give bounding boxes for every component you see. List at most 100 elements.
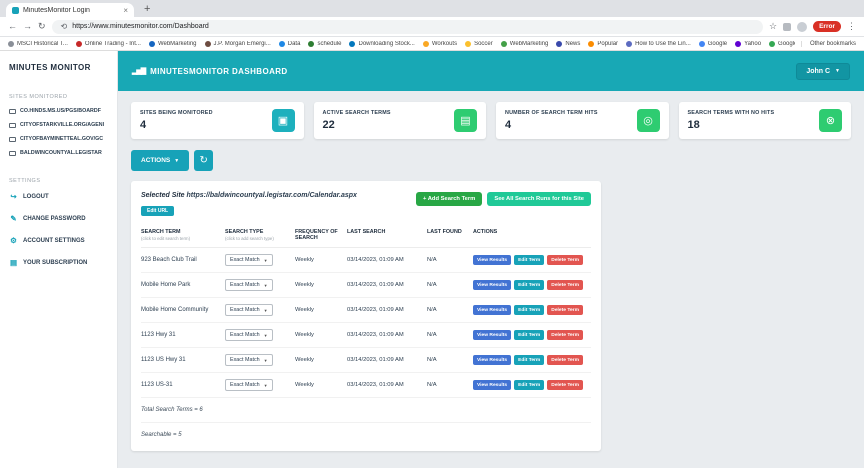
- back-icon[interactable]: ←: [8, 22, 17, 31]
- monitor-icon: [9, 150, 16, 156]
- bookmark-item[interactable]: J.P. Morgan Emergi...: [204, 40, 271, 47]
- bookmark-item[interactable]: Workouts: [422, 40, 457, 47]
- search-term-cell[interactable]: 1123 US Hwy 31: [141, 357, 221, 363]
- bookmark-item[interactable]: WebMarketing: [500, 40, 549, 47]
- refresh-button[interactable]: ↻: [194, 150, 214, 171]
- refresh-icon: ↻: [199, 155, 208, 166]
- search-term-cell[interactable]: Mobile Home Community: [141, 307, 221, 313]
- delete-term-button[interactable]: Delete Term: [547, 330, 583, 340]
- bookmark-item[interactable]: Google: [698, 40, 727, 47]
- delete-term-button[interactable]: Delete Term: [547, 305, 583, 315]
- bookmark-item[interactable]: Data: [278, 40, 300, 47]
- row-actions: View Results Edit Term Delete Term: [473, 255, 591, 265]
- sidebar-site-item[interactable]: CITYOFSTARKVILLE.ORG/AGENI: [9, 122, 108, 128]
- edit-term-button[interactable]: Edit Term: [514, 330, 545, 340]
- site-label: CO.HINDS.MS.US/PGS/BOARDF: [20, 108, 101, 114]
- forward-icon[interactable]: →: [23, 22, 32, 31]
- search-type-select[interactable]: Exact Match ▼: [225, 279, 273, 291]
- column-label: LAST SEARCH: [347, 229, 386, 235]
- frequency-cell: Weekly: [295, 357, 314, 363]
- table-row: 1123 Hwy 31 Exact Match ▼ Weekly 03/14/2…: [141, 323, 591, 348]
- bookmark-favicon-icon: [769, 40, 776, 47]
- delete-term-button[interactable]: Delete Term: [547, 255, 583, 265]
- user-name: John C: [806, 67, 831, 75]
- tab-close-icon[interactable]: ×: [123, 6, 128, 15]
- bookmark-item[interactable]: Downloading Stock...: [349, 40, 415, 47]
- table-header-cell: ACTIONS: [473, 229, 591, 242]
- search-term-cell[interactable]: 1123 US-31: [141, 382, 221, 388]
- sidebar-site-item[interactable]: CO.HINDS.MS.US/PGS/BOARDF: [9, 108, 108, 114]
- browser-menu-icon[interactable]: ⋮: [847, 22, 856, 31]
- frequency-cell: Weekly: [295, 332, 314, 338]
- bookmark-label: WebMarketing: [509, 40, 549, 47]
- search-term-cell[interactable]: 1123 Hwy 31: [141, 332, 221, 338]
- row-actions: View Results Edit Term Delete Term: [473, 305, 591, 315]
- view-results-button[interactable]: View Results: [473, 330, 512, 340]
- view-results-button[interactable]: View Results: [473, 280, 512, 290]
- sidebar-settings-item[interactable]: ↪ LOGOUT: [9, 192, 108, 201]
- bookmark-item[interactable]: Popular: [588, 40, 618, 47]
- settings-item-icon: ↪: [10, 192, 17, 201]
- search-term-cell[interactable]: Mobile Home Park: [141, 282, 221, 288]
- edit-term-button[interactable]: Edit Term: [514, 280, 545, 290]
- actions-dropdown-button[interactable]: ACTIONS ▼: [131, 150, 190, 171]
- sidebar-site-item[interactable]: BALDWINCOUNTYAL.LEGISTAR: [9, 150, 108, 156]
- metric-icon: ⊗: [819, 109, 842, 132]
- bookmark-item[interactable]: WebMarketing: [148, 40, 197, 47]
- search-type-select[interactable]: Exact Match ▼: [225, 329, 273, 341]
- bookmark-item[interactable]: MSCI Historical T...: [8, 40, 68, 47]
- column-label: SEARCH TYPE: [225, 229, 264, 235]
- user-menu-button[interactable]: John C ▼: [796, 62, 850, 80]
- search-type-select[interactable]: Exact Match ▼: [225, 304, 273, 316]
- view-results-button[interactable]: View Results: [473, 255, 512, 265]
- row-actions: View Results Edit Term Delete Term: [473, 355, 591, 365]
- sidebar-settings-item[interactable]: ⚙ ACCOUNT SETTINGS: [9, 236, 108, 245]
- tab-strip: MinutesMonitor Login × +: [0, 0, 864, 17]
- chevron-down-icon: ▼: [835, 68, 840, 74]
- sidebar-settings-item[interactable]: ▤ YOUR SUBSCRIPTION: [9, 258, 108, 267]
- edit-term-button[interactable]: Edit Term: [514, 380, 545, 390]
- search-type-select[interactable]: Exact Match ▼: [225, 379, 273, 391]
- bookmark-item[interactable]: News: [556, 40, 580, 47]
- edit-term-button[interactable]: Edit Term: [514, 255, 545, 265]
- sidebar-site-item[interactable]: CITYOFBAYMINETTEAL.GOV/GC: [9, 136, 108, 142]
- edit-term-button[interactable]: Edit Term: [514, 355, 545, 365]
- see-all-search-runs-button[interactable]: See All Search Runs for this Site: [487, 192, 591, 206]
- bookmark-item[interactable]: Soccer: [465, 40, 493, 47]
- last-found-cell: N/A: [427, 307, 437, 313]
- bookmark-star-icon[interactable]: ☆: [769, 22, 777, 31]
- profile-avatar[interactable]: [797, 21, 808, 32]
- frequency-cell: Weekly: [295, 282, 314, 288]
- edit-url-button[interactable]: Edit URL: [141, 206, 175, 216]
- bookmark-item[interactable]: How to Use the Lin...: [626, 40, 691, 47]
- search-term-cell[interactable]: 923 Beach Club Trail: [141, 257, 221, 263]
- edit-term-button[interactable]: Edit Term: [514, 305, 545, 315]
- table-row: Mobile Home Park Exact Match ▼ Weekly 03…: [141, 273, 591, 298]
- view-results-button[interactable]: View Results: [473, 355, 512, 365]
- delete-term-button[interactable]: Delete Term: [547, 280, 583, 290]
- search-type-select[interactable]: Exact Match ▼: [225, 354, 273, 366]
- delete-term-button[interactable]: Delete Term: [547, 355, 583, 365]
- settings-item-icon: ▤: [9, 258, 18, 267]
- sidebar-settings-item[interactable]: ✎ CHANGE PASSWORD: [9, 214, 108, 223]
- bookmark-item[interactable]: Yahoo: [735, 40, 761, 47]
- view-results-button[interactable]: View Results: [473, 305, 512, 315]
- metric-card: SEARCH TERMS WITH NO HITS 18 ⊗: [678, 102, 851, 139]
- view-results-button[interactable]: View Results: [473, 380, 512, 390]
- reload-icon[interactable]: ↻: [38, 22, 46, 31]
- site-label: CITYOFSTARKVILLE.ORG/AGENI: [20, 122, 105, 128]
- url-input[interactable]: ⟲ https://www.minutesmonitor.com/Dashboa…: [51, 19, 764, 34]
- bookmark-label: Downloading Stock...: [358, 40, 415, 47]
- search-type-select[interactable]: Exact Match ▼: [225, 254, 273, 266]
- delete-term-button[interactable]: Delete Term: [547, 380, 583, 390]
- bookmark-item[interactable]: Online Trading - Int...: [75, 40, 141, 47]
- browser-tab[interactable]: MinutesMonitor Login ×: [6, 3, 134, 17]
- profile-error-badge[interactable]: Error: [813, 21, 841, 32]
- other-bookmarks[interactable]: Other bookmarks: [800, 40, 856, 47]
- extensions-icon[interactable]: [783, 22, 792, 31]
- add-search-term-button[interactable]: + Add Search Term: [415, 192, 483, 206]
- new-tab-button[interactable]: +: [144, 3, 150, 15]
- bookmark-item[interactable]: Google: [769, 40, 795, 47]
- metric-label: NUMBER OF SEARCH TERM HITS: [505, 110, 598, 116]
- bookmark-item[interactable]: schedule: [308, 40, 341, 47]
